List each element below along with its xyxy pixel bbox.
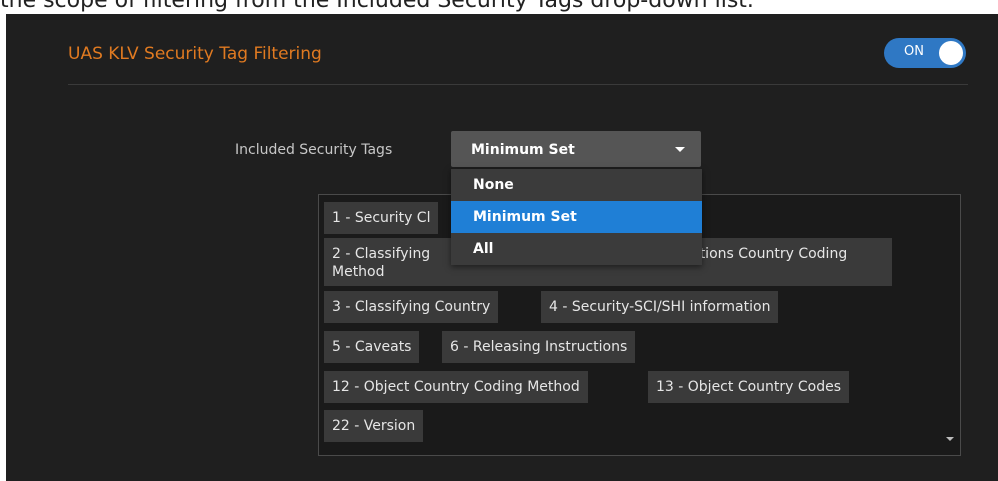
toggle-label: ON: [904, 44, 924, 59]
caption-text: the scope of filtering from the Included…: [0, 0, 754, 13]
included-tags-dropdown[interactable]: Minimum Set: [451, 131, 701, 167]
tag-item-text: ctions Country Coding: [692, 246, 848, 262]
tag-item: 3 - Classifying Country: [324, 291, 499, 323]
menu-item-all[interactable]: All: [451, 233, 702, 265]
panel-title: UAS KLV Security Tag Filtering: [68, 44, 322, 64]
tag-item-text: 2 - Classifying: [332, 246, 431, 262]
tag-item: 12 - Object Country Coding Method: [324, 371, 588, 403]
filtering-toggle[interactable]: ON: [884, 38, 966, 68]
scroll-down-icon[interactable]: [946, 437, 954, 441]
menu-item-minimum-set[interactable]: Minimum Set: [451, 201, 702, 233]
menu-item-none[interactable]: None: [451, 169, 702, 201]
dropdown-selected-value: Minimum Set: [471, 142, 575, 158]
tag-item: 6 - Releasing Instructions: [442, 331, 636, 363]
tag-item: 1 - Security Cl: [324, 202, 439, 234]
tag-item: 5 - Caveats: [324, 331, 420, 363]
header-divider: [68, 84, 968, 85]
included-tags-menu: None Minimum Set All: [451, 169, 702, 265]
tag-item: 4 - Security-SCI/SHI information: [541, 291, 779, 323]
settings-panel: UAS KLV Security Tag Filtering ON Includ…: [6, 14, 998, 481]
panel-header: UAS KLV Security Tag Filtering: [68, 36, 968, 70]
tag-item-text: Method: [332, 264, 385, 280]
tag-item: 13 - Object Country Codes: [648, 371, 850, 403]
chevron-down-icon: [675, 147, 685, 152]
toggle-knob: [939, 41, 963, 65]
tag-item: 22 - Version: [324, 410, 424, 442]
included-tags-label: Included Security Tags: [235, 142, 393, 158]
